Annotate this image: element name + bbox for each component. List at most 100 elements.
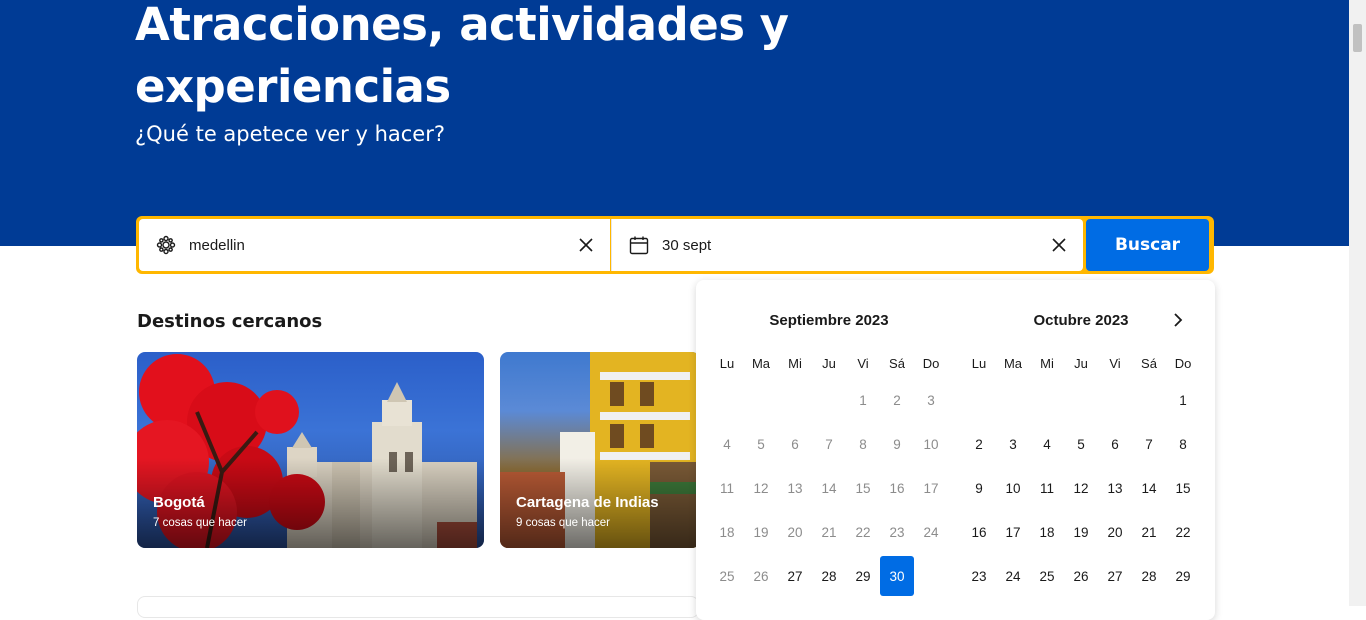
destination-name: Cartagena de Indias (516, 494, 659, 511)
month-grid: Lu Ma Mi Ju Vi Sá Do 1 2 3 4 5 6 7 8 9 10 11 12 13 14 15 16 17 1… (962, 348, 1200, 600)
day-cell: 25 (719, 568, 735, 584)
day-cell[interactable]: 15 (1166, 468, 1200, 508)
weekday-label: Do (1174, 356, 1192, 371)
day-cell[interactable]: 24 (996, 556, 1030, 596)
weekday-label: Ma (751, 356, 771, 371)
destination-field[interactable]: medellin (139, 219, 610, 271)
day-cell: 17 (923, 480, 939, 496)
weekday-label: Sá (1141, 356, 1157, 371)
day-cell[interactable]: 2 (962, 424, 996, 464)
day-cell: 19 (753, 524, 769, 540)
content-box (137, 596, 699, 618)
day-cell: 9 (893, 436, 901, 452)
day-cell: 14 (821, 480, 837, 496)
weekday-label: Lu (971, 356, 987, 371)
day-cell: 13 (787, 480, 803, 496)
day-cell[interactable]: 21 (1132, 512, 1166, 552)
day-cell[interactable]: 7 (1132, 424, 1166, 464)
day-cell[interactable]: 16 (962, 512, 996, 552)
day-cell[interactable]: 20 (1098, 512, 1132, 552)
day-cell: 1 (859, 392, 867, 408)
day-cell: 4 (723, 436, 731, 452)
day-cell[interactable]: 22 (1166, 512, 1200, 552)
day-cell[interactable]: 1 (1166, 380, 1200, 420)
calendar-icon (628, 234, 650, 256)
day-cell: 22 (855, 524, 871, 540)
empty-day-cell (996, 380, 1030, 420)
day-cell[interactable]: 10 (996, 468, 1030, 508)
day-cell[interactable]: 29 (1166, 556, 1200, 596)
day-cell[interactable]: 9 (962, 468, 996, 508)
empty-day-cell (1064, 380, 1098, 420)
day-cell: 21 (821, 524, 837, 540)
day-cell[interactable]: 3 (996, 424, 1030, 464)
day-cell[interactable]: 13 (1098, 468, 1132, 508)
empty-day-cell (710, 380, 744, 420)
day-cell[interactable]: 4 (1030, 424, 1064, 464)
search-button[interactable]: Buscar (1086, 219, 1209, 271)
day-cell[interactable]: 28 (812, 556, 846, 596)
empty-day-cell (1098, 380, 1132, 420)
day-cell[interactable]: 28 (1132, 556, 1166, 596)
day-cell: 18 (719, 524, 735, 540)
day-cell[interactable]: 25 (1030, 556, 1064, 596)
clear-date-icon[interactable] (1047, 233, 1071, 257)
day-cell[interactable]: 5 (1064, 424, 1098, 464)
day-cell: 20 (787, 524, 803, 540)
day-cell[interactable]: 30 (880, 556, 914, 596)
destination-count: 7 cosas que hacer (153, 517, 247, 529)
day-cell[interactable]: 6 (1098, 424, 1132, 464)
empty-day-cell (778, 380, 812, 420)
day-cell[interactable]: 17 (996, 512, 1030, 552)
day-cell: 24 (923, 524, 939, 540)
calendar-month-october: Octubre 2023 Lu Ma Mi Ju Vi Sá Do 1 2 3 4 5 6 7 8 9 10 11… (962, 306, 1200, 600)
calendar-month-september: Septiembre 2023 Lu Ma Mi Ju Vi Sá Do 1 2 3 4 5 6 7 8 9 1… (710, 306, 948, 600)
empty-day-cell (744, 380, 778, 420)
weekday-label: Do (922, 356, 940, 371)
day-cell[interactable]: 26 (1064, 556, 1098, 596)
day-cell[interactable]: 11 (1030, 468, 1064, 508)
page-title: Atracciones, actividades y experiencias (135, 0, 789, 113)
next-month-icon[interactable] (1166, 308, 1190, 332)
month-grid: Lu Ma Mi Ju Vi Sá Do 1 2 3 4 5 6 7 8 9 10 11 12 13 14 15 16 17 1… (710, 348, 948, 600)
date-picker: Septiembre 2023 Lu Ma Mi Ju Vi Sá Do 1 2 3 4 5 6 7 8 9 1… (696, 280, 1215, 620)
weekday-label: Vi (1109, 356, 1121, 371)
empty-day-cell (962, 380, 996, 420)
weekday-label: Lu (719, 356, 735, 371)
weekday-label: Mi (788, 356, 802, 371)
day-cell: 7 (825, 436, 833, 452)
destination-card-cartagena[interactable]: Cartagena de Indias 9 cosas que hacer (500, 352, 700, 548)
day-cell: 5 (757, 436, 765, 452)
destination-input[interactable]: medellin (189, 237, 574, 254)
empty-day-cell (1132, 380, 1166, 420)
scrollbar-thumb[interactable] (1353, 24, 1362, 52)
clear-destination-icon[interactable] (574, 233, 598, 257)
day-cell[interactable]: 23 (962, 556, 996, 596)
day-cell[interactable]: 12 (1064, 468, 1098, 508)
day-cell[interactable]: 14 (1132, 468, 1166, 508)
day-cell[interactable]: 18 (1030, 512, 1064, 552)
day-cell[interactable]: 29 (846, 556, 880, 596)
day-cell: 10 (923, 436, 939, 452)
day-cell: 12 (753, 480, 769, 496)
date-input[interactable]: 30 sept (662, 237, 1047, 254)
day-cell: 23 (889, 524, 905, 540)
destination-card-bogota[interactable]: Bogotá 7 cosas que hacer (137, 352, 484, 548)
weekday-label: Mi (1040, 356, 1054, 371)
day-cell: 11 (719, 480, 734, 496)
hero-banner: Atracciones, actividades y experiencias … (0, 0, 1349, 246)
weekday-label: Ju (1074, 356, 1088, 371)
destination-name: Bogotá (153, 494, 205, 511)
nearby-destinations-title: Destinos cercanos (137, 311, 323, 332)
attraction-icon (155, 234, 177, 256)
day-cell[interactable]: 27 (778, 556, 812, 596)
day-cell[interactable]: 8 (1166, 424, 1200, 464)
weekday-label: Ju (822, 356, 836, 371)
scrollbar[interactable] (1349, 0, 1366, 606)
day-cell[interactable]: 19 (1064, 512, 1098, 552)
day-cell: 15 (855, 480, 871, 496)
empty-day-cell (1030, 380, 1064, 420)
day-cell[interactable]: 27 (1098, 556, 1132, 596)
date-field[interactable]: 30 sept (611, 219, 1083, 271)
day-cell: 6 (791, 436, 799, 452)
